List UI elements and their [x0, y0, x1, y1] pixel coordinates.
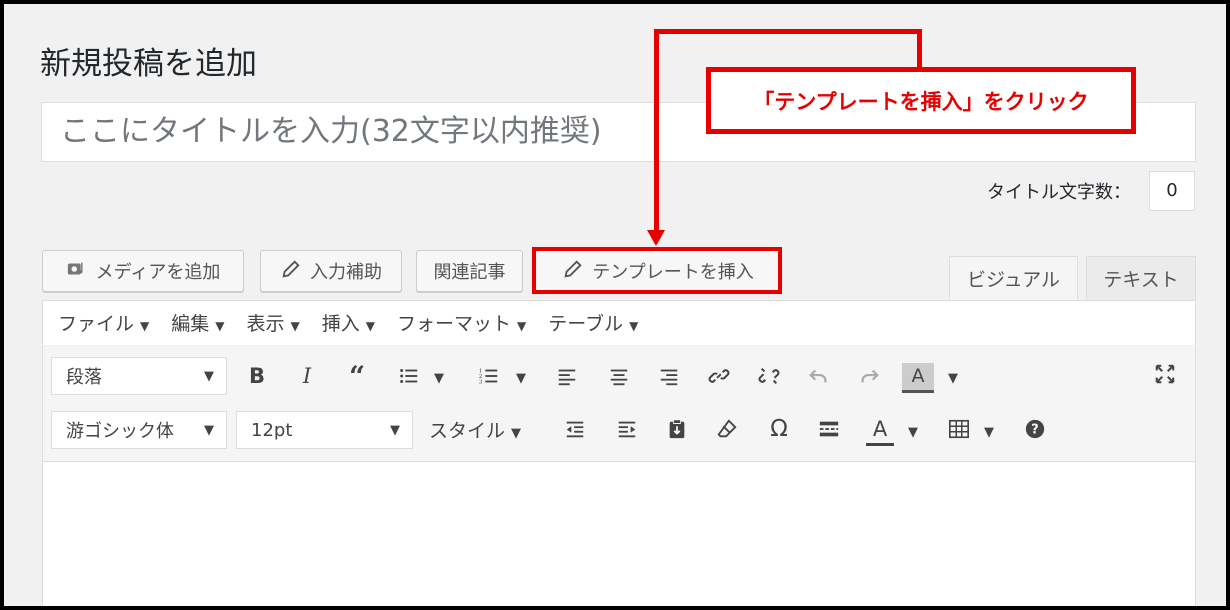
- menu-table[interactable]: テーブル ▼: [548, 309, 638, 336]
- related-articles-button[interactable]: 関連記事: [416, 250, 523, 292]
- align-center-icon[interactable]: [604, 361, 634, 391]
- redo-icon[interactable]: [854, 361, 884, 391]
- align-left-icon[interactable]: [552, 361, 582, 391]
- editor-frame: 新規投稿を追加 ここにタイトルを入力(32文字以内推奨) タイトル文字数： 0 …: [4, 4, 1226, 606]
- chevron-down-icon[interactable]: ▼: [948, 371, 958, 386]
- page-title: 新規投稿を追加: [40, 46, 257, 82]
- font-family-select[interactable]: 游ゴシック体 ▼: [51, 411, 227, 449]
- more-icon[interactable]: [814, 414, 844, 444]
- tab-text[interactable]: テキスト: [1086, 256, 1196, 300]
- related-articles-label: 関連記事: [433, 262, 506, 283]
- chevron-down-icon[interactable]: ▼: [984, 425, 994, 440]
- menu-format[interactable]: フォーマット ▼: [397, 309, 526, 336]
- fullscreen-icon[interactable]: [1150, 359, 1180, 389]
- outdent-icon[interactable]: [560, 414, 590, 444]
- add-media-label: メディアを追加: [95, 262, 221, 283]
- callout-box: 「テンプレートを挿入」をクリック: [706, 67, 1136, 134]
- title-count-value: 0: [1149, 171, 1195, 211]
- bullet-list-icon[interactable]: [394, 361, 424, 391]
- menu-insert[interactable]: 挿入 ▼: [322, 309, 375, 336]
- title-count-label: タイトル文字数：: [987, 182, 1131, 203]
- svg-text:3: 3: [479, 379, 483, 385]
- text-color-icon[interactable]: A: [902, 363, 934, 393]
- indent-icon[interactable]: [612, 414, 642, 444]
- link-icon[interactable]: [704, 361, 734, 391]
- callout-arrow-head: [647, 230, 665, 246]
- menu-file[interactable]: ファイル ▼: [58, 309, 149, 336]
- chevron-down-icon[interactable]: ▼: [908, 425, 918, 440]
- table-icon[interactable]: [944, 414, 974, 444]
- template-button-highlight: [532, 247, 782, 294]
- editor-menubar: ファイル ▼ 編集 ▼ 表示 ▼ 挿入 ▼ フォーマット ▼ テーブル ▼: [42, 300, 1196, 346]
- align-right-icon[interactable]: [654, 361, 684, 391]
- chevron-down-icon: ▼: [511, 426, 522, 441]
- callout-arrow-line: [917, 29, 922, 69]
- input-assist-label: 入力補助: [310, 262, 382, 283]
- chevron-down-icon[interactable]: ▼: [516, 371, 526, 386]
- input-assist-button[interactable]: 入力補助: [260, 250, 402, 292]
- omega-icon[interactable]: Ω: [764, 414, 794, 444]
- paragraph-select[interactable]: 段落 ▼: [51, 357, 227, 395]
- callout-arrow-line: [654, 29, 659, 241]
- pencil-icon: [280, 258, 302, 285]
- menu-edit[interactable]: 編集 ▼: [171, 309, 224, 336]
- paste-icon[interactable]: [662, 414, 692, 444]
- help-icon[interactable]: ?: [1020, 414, 1050, 444]
- menu-view[interactable]: 表示 ▼: [247, 309, 300, 336]
- svg-text:?: ?: [1031, 423, 1038, 438]
- undo-icon[interactable]: [804, 361, 834, 391]
- chevron-down-icon: ▼: [204, 368, 214, 384]
- callout-arrow-line: [654, 29, 922, 34]
- chevron-down-icon: ▼: [204, 422, 214, 438]
- font-size-select[interactable]: 12pt ▼: [236, 411, 413, 449]
- text-color-icon[interactable]: A: [866, 416, 894, 446]
- numbered-list-icon[interactable]: 123: [474, 361, 504, 391]
- bold-icon[interactable]: B: [242, 361, 272, 391]
- blockquote-icon[interactable]: “: [342, 360, 372, 393]
- eraser-icon[interactable]: [712, 414, 742, 444]
- chevron-down-icon: ▼: [390, 422, 400, 438]
- media-icon: [66, 258, 88, 285]
- tab-visual[interactable]: ビジュアル: [949, 256, 1078, 300]
- unlink-icon[interactable]: [754, 361, 784, 391]
- editor-content-area[interactable]: [43, 463, 1195, 606]
- style-dropdown[interactable]: スタイル ▼: [429, 416, 521, 443]
- chevron-down-icon[interactable]: ▼: [434, 371, 444, 386]
- italic-icon[interactable]: I: [292, 361, 322, 391]
- add-media-button[interactable]: メディアを追加: [42, 250, 244, 292]
